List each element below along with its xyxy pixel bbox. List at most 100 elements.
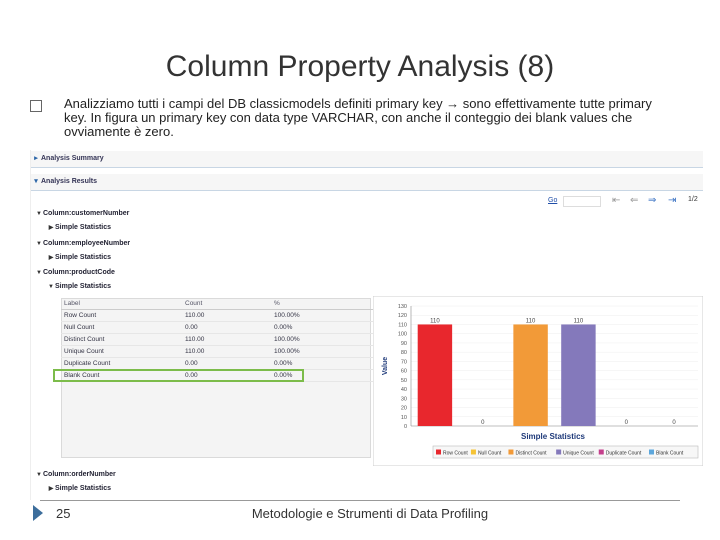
legend-label: Row Count: [443, 451, 468, 457]
last-page-icon[interactable]: ⇥: [668, 195, 676, 206]
tree-column-label: Column:orderNumber: [43, 471, 116, 478]
chart-title: Simple Statistics: [521, 432, 586, 441]
tree-simple-statistics[interactable]: ▶ Simple Statistics: [47, 253, 111, 263]
legend-label: Unique Count: [563, 451, 594, 457]
collapse-down-icon: ▼: [36, 241, 42, 247]
row-label: Row Count: [61, 309, 182, 322]
collapse-down-icon: ▼: [36, 211, 42, 217]
y-tick-label: 70: [401, 359, 407, 365]
expand-right-icon: ▶: [48, 225, 54, 231]
legend-swatch: [598, 449, 604, 455]
column-header-count[interactable]: Count: [182, 298, 271, 310]
row-count: 110.00: [182, 333, 271, 346]
footer-text: Metodologie e Strumenti di Data Profilin…: [251, 506, 489, 521]
tree-column-productcode[interactable]: ▼Column:productCode: [35, 268, 115, 278]
row-count: 0.00: [182, 321, 271, 334]
footer-divider: [40, 500, 680, 501]
app-screenshot: ▸ Analysis Summary ▾ Analysis Results Go ⇤…: [30, 150, 704, 500]
legend-label: Distinct Count: [515, 451, 547, 457]
collapse-down-icon: ▼: [36, 270, 42, 276]
slide-body-text: Analizziamo tutti i campi del DB classic…: [64, 96, 652, 139]
y-tick-label: 60: [401, 369, 407, 375]
row-percent: 100.00%: [271, 345, 374, 358]
y-axis-label: Value: [382, 357, 389, 375]
column-header-percent[interactable]: %: [271, 298, 374, 310]
go-link[interactable]: Go: [548, 197, 557, 204]
y-tick-label: 90: [401, 341, 407, 347]
bar-distinct-count: [513, 324, 548, 426]
expand-right-icon: ▸: [34, 155, 38, 162]
bar-row-count: [417, 324, 453, 426]
bar-value-label: 110: [430, 318, 440, 324]
row-count: 110.00: [182, 345, 271, 358]
tree-child-label: Simple Statistics: [55, 254, 112, 261]
tree-column-label: Column:customerNumber: [43, 210, 130, 217]
y-tick-label: 50: [401, 378, 407, 384]
first-page-icon[interactable]: ⇤: [612, 195, 620, 206]
table-row[interactable]: Duplicate Count 0.00 0.00%: [61, 357, 374, 370]
chart-container: 0 10 20 30 40 50 60 70 80 90 100 110 120 130 110 0 110 1…: [372, 295, 704, 471]
tree-column-employeenumber[interactable]: ▼Column:employeeNumber: [35, 239, 130, 249]
table-row[interactable]: Null Count 0.00 0.00%: [61, 321, 374, 334]
bar-value-label: 110: [526, 318, 536, 324]
row-label: Unique Count: [61, 345, 182, 358]
y-tick-label: 30: [401, 396, 407, 402]
tree-column-ordernumber[interactable]: ▼Column:orderNumber: [35, 470, 116, 480]
y-tick-label: 10: [401, 415, 407, 421]
row-percent: 0.00%: [271, 357, 374, 370]
legend-swatch: [470, 449, 476, 455]
row-percent: 0.00%: [271, 321, 374, 334]
page-jump-input[interactable]: [563, 196, 601, 207]
analysis-summary-section[interactable]: ▸ Analysis Summary: [31, 151, 703, 168]
row-label: Null Count: [61, 321, 182, 334]
y-tick-label: 100: [398, 332, 407, 338]
analysis-results-section[interactable]: ▾ Analysis Results: [31, 174, 703, 191]
y-tick-label: 40: [401, 387, 407, 393]
previous-page-icon[interactable]: ⇐: [630, 195, 638, 206]
legend-label: Blank Count: [656, 451, 684, 457]
y-tick-label: 0: [404, 424, 407, 430]
legend-label: Duplicate Count: [606, 451, 642, 457]
tree-column-customernumber[interactable]: ▼Column:customerNumber: [35, 209, 129, 219]
simple-statistics-chart: 0102030405060708090100110120130 1100110 1…: [372, 295, 704, 467]
row-percent: 100.00%: [271, 309, 374, 322]
slide-title: Column Property Analysis (8): [165, 50, 555, 83]
collapse-down-icon: ▼: [36, 472, 42, 478]
analysis-summary-label: Analysis Summary: [41, 155, 104, 162]
row-label: Distinct Count: [61, 333, 182, 346]
y-tick-label: 80: [401, 350, 407, 356]
analysis-results-label: Analysis Results: [41, 178, 98, 185]
legend-swatch: [556, 449, 562, 455]
bar-unique-count: [561, 324, 596, 426]
tree-simple-statistics[interactable]: ▶ Simple Statistics: [47, 484, 111, 494]
tree-simple-statistics-expanded[interactable]: ▼Simple Statistics: [47, 282, 111, 292]
tree-child-label: Simple Statistics: [55, 283, 112, 290]
y-tick-label: 20: [401, 406, 407, 412]
row-count: 110.00: [182, 309, 271, 322]
legend-label: Null Count: [478, 451, 502, 457]
next-page-icon[interactable]: ⇒: [648, 195, 656, 206]
expand-right-icon: ▶: [48, 486, 54, 492]
tree-child-label: Simple Statistics: [55, 224, 112, 231]
table-header-row: Label Count %: [61, 298, 374, 310]
bullet-box-icon: [30, 100, 42, 112]
tree-simple-statistics[interactable]: ▶ Simple Statistics: [47, 223, 111, 233]
column-header-label[interactable]: Label: [61, 298, 182, 310]
tree-column-label: Column:employeeNumber: [43, 240, 131, 247]
y-tick-label: 110: [398, 322, 407, 328]
collapse-down-icon: ▾: [34, 178, 38, 185]
blank-count-highlight: [53, 369, 304, 382]
collapse-down-icon: ▼: [48, 284, 54, 290]
table-row[interactable]: Unique Count 110.00 100.00%: [61, 345, 374, 358]
legend-swatch: [436, 449, 441, 455]
tree-column-label: Column:productCode: [43, 269, 115, 276]
table-row[interactable]: Distinct Count 110.00 100.00%: [61, 333, 374, 346]
expand-right-icon: ▶: [48, 255, 54, 261]
table-row[interactable]: Row Count 110.00 100.00%: [61, 309, 374, 322]
tree-child-label: Simple Statistics: [55, 485, 112, 492]
legend-swatch: [649, 449, 654, 455]
row-count: 0.00: [182, 357, 271, 370]
y-tick-label: 120: [398, 313, 407, 319]
bar-value-label: 110: [574, 318, 584, 324]
legend-swatch: [508, 449, 514, 455]
